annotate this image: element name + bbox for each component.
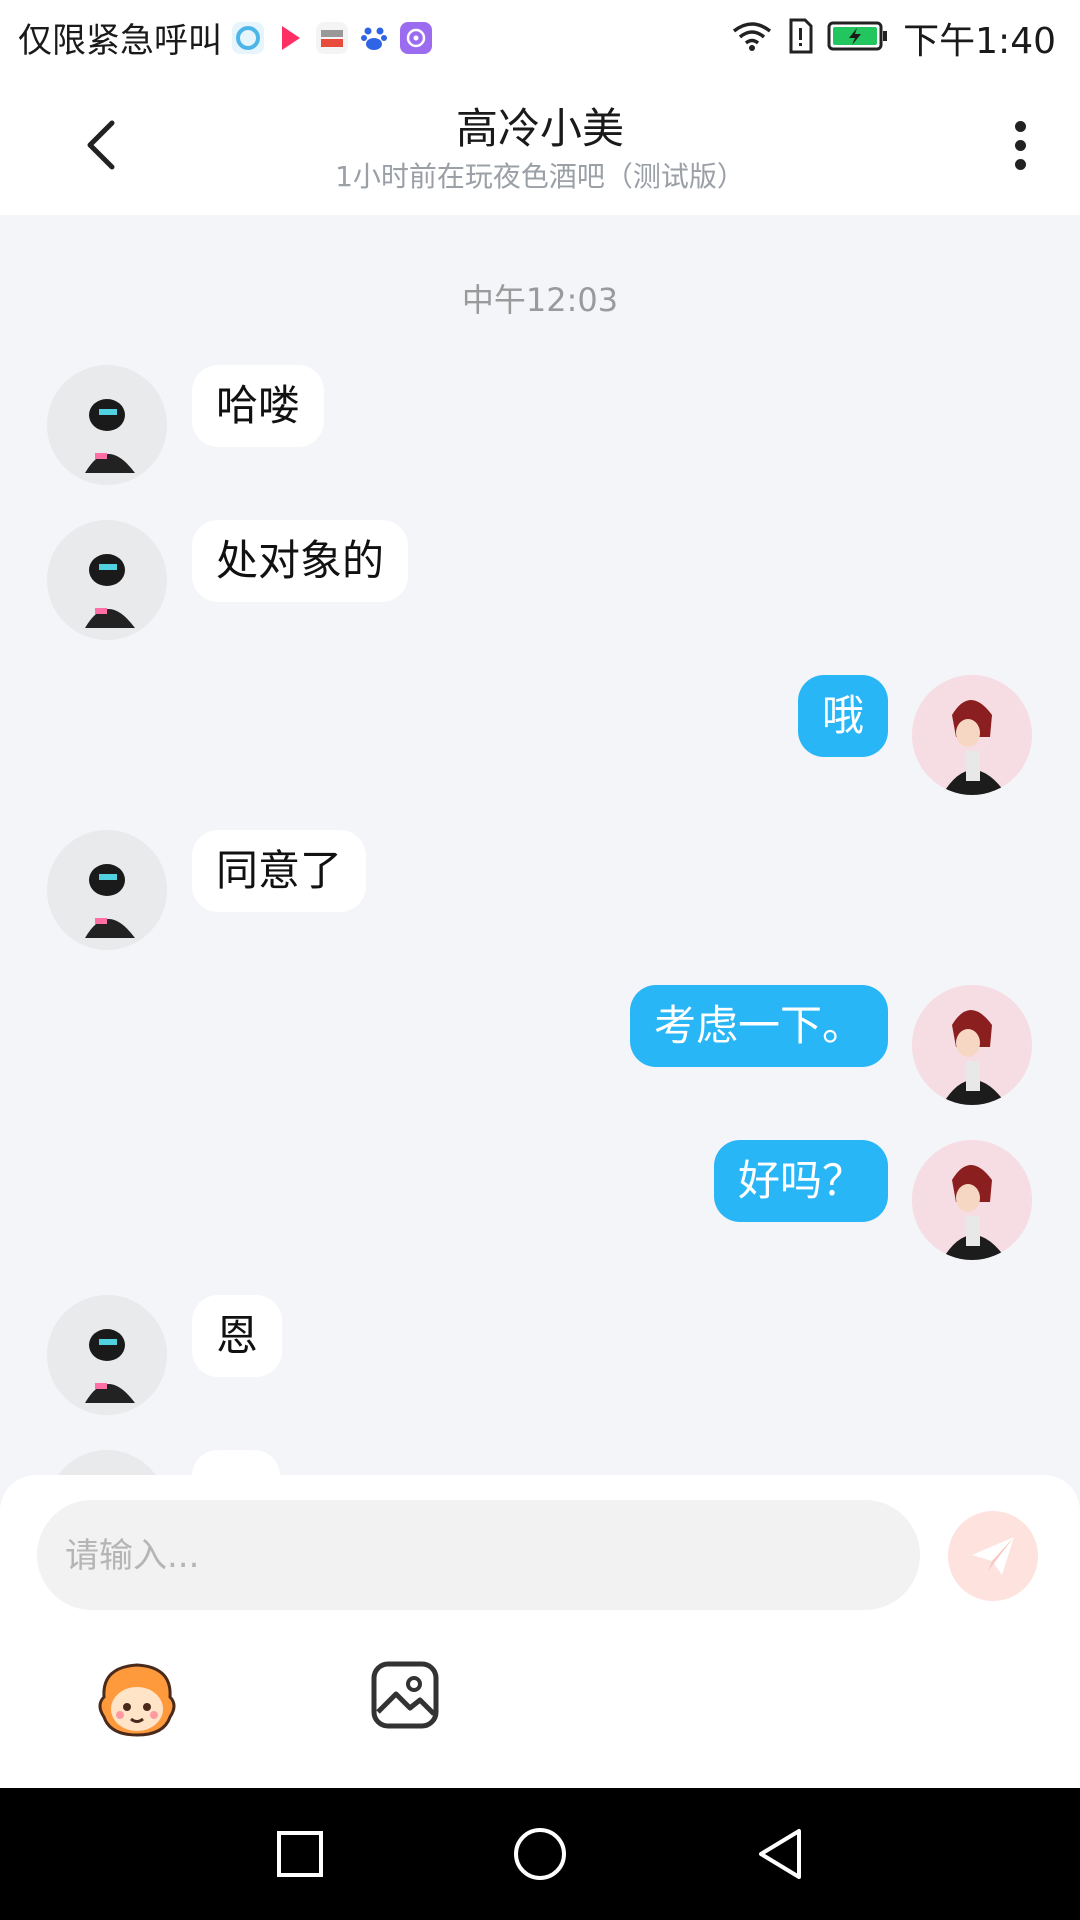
system-nav-bar	[0, 1788, 1080, 1920]
paper-plane-icon	[972, 1537, 1014, 1575]
message-row: 哈喽	[0, 365, 1080, 485]
outgoing-message-bubble[interactable]: 考虑一下。	[629, 985, 888, 1067]
message-input-container[interactable]	[37, 1500, 920, 1612]
message-timestamp: 中午12:03	[461, 281, 619, 319]
carrier-text: 仅限紧急呼叫	[18, 21, 222, 61]
contact-avatar[interactable]	[47, 365, 167, 485]
browser-icon	[232, 21, 264, 54]
circle-icon	[514, 1828, 566, 1880]
more-dot-icon	[1014, 158, 1026, 170]
contact-status: 1小时前在玩夜色酒吧（测试版）	[335, 160, 745, 193]
incoming-message-bubble[interactable]: 恩	[192, 1295, 283, 1377]
home-button[interactable]	[504, 1818, 576, 1890]
contact-avatar[interactable]	[47, 830, 167, 950]
contact-avatar[interactable]	[47, 520, 167, 640]
incoming-message-bubble[interactable]: 哈喽	[192, 365, 325, 447]
composer-panel	[0, 1475, 1080, 1788]
back-nav-button[interactable]	[744, 1818, 816, 1890]
incoming-message-bubble[interactable]: 处对象的	[192, 520, 409, 602]
mascot-emoji-icon	[98, 1663, 176, 1737]
message-row: 哦	[0, 675, 1080, 795]
emoji-button[interactable]	[92, 1657, 182, 1739]
incoming-message-bubble[interactable]: 同意了	[192, 830, 367, 912]
status-bar: 仅限紧急呼叫 下午1:40	[0, 0, 1080, 75]
message-row: 好吗？	[0, 1140, 1080, 1260]
message-row: 处对象的	[0, 520, 1080, 640]
outgoing-message-bubble[interactable]: 哦	[797, 675, 888, 757]
wifi-icon	[731, 19, 773, 57]
battery-icon	[827, 20, 889, 56]
image-button[interactable]	[370, 1660, 440, 1730]
incoming-message-bubble[interactable]	[192, 1450, 280, 1475]
sim-alert-icon	[787, 18, 813, 58]
contact-name: 高冷小美	[455, 104, 624, 153]
outgoing-message-bubble[interactable]: 好吗？	[713, 1140, 888, 1222]
message-row: 同意了	[0, 830, 1080, 950]
message-row-partial	[0, 1450, 1080, 1475]
chat-header: 高冷小美 1小时前在玩夜色酒吧（测试版）	[0, 75, 1080, 215]
message-row: 恩	[0, 1295, 1080, 1415]
my-avatar[interactable]	[912, 675, 1032, 795]
sohu-video-icon	[316, 21, 348, 54]
more-dot-icon	[1014, 120, 1026, 132]
my-avatar[interactable]	[912, 985, 1032, 1105]
youku-icon	[274, 22, 306, 54]
status-time: 下午1:40	[903, 20, 1056, 62]
message-row: 考虑一下。	[0, 985, 1080, 1105]
contact-avatar[interactable]	[47, 1295, 167, 1415]
chat-area[interactable]: 中午12:03 哈喽 处对象的 哦 同意了 考虑一下。 好吗？ 恩	[0, 215, 1080, 1475]
contact-avatar[interactable]	[47, 1450, 167, 1475]
baidu-icon	[358, 22, 390, 54]
square-icon	[277, 1831, 323, 1877]
more-options-button[interactable]	[990, 115, 1050, 175]
message-input[interactable]	[37, 1500, 887, 1612]
more-dot-icon	[1014, 139, 1026, 151]
my-avatar[interactable]	[912, 1140, 1032, 1260]
music-icon	[400, 21, 432, 54]
send-button[interactable]	[948, 1511, 1038, 1601]
image-icon	[371, 1661, 439, 1729]
recent-apps-button[interactable]	[264, 1818, 336, 1890]
triangle-back-icon	[759, 1829, 801, 1879]
